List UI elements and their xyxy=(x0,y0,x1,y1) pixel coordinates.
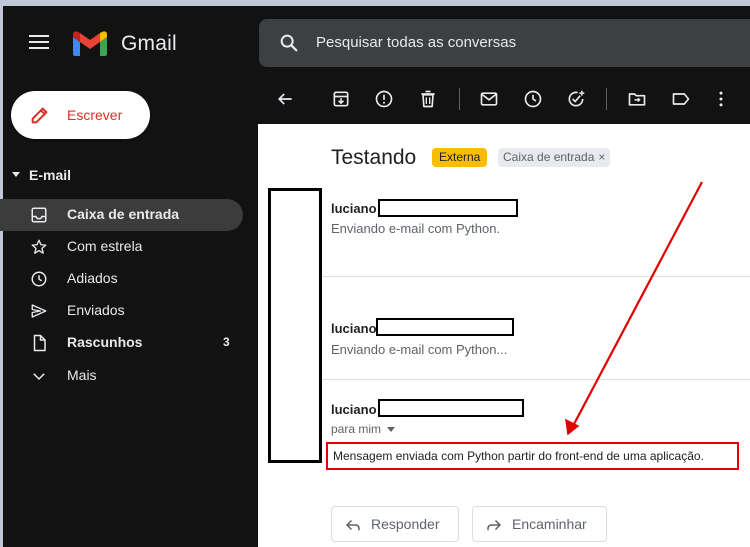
delete-icon[interactable] xyxy=(418,89,438,109)
archive-icon[interactable] xyxy=(331,89,351,109)
search-icon[interactable] xyxy=(278,32,300,54)
caret-down-icon[interactable] xyxy=(12,172,20,177)
message-snippet[interactable]: Enviando e-mail com Python... xyxy=(331,342,507,357)
reply-label: Responder xyxy=(371,516,440,532)
search-bar[interactable]: Pesquisar todas as conversas xyxy=(259,19,750,67)
thread-subject: Testando xyxy=(331,146,417,169)
more-vert-icon[interactable] xyxy=(711,89,731,109)
redacted-email xyxy=(376,318,514,336)
message-sender[interactable]: luciano xyxy=(331,321,377,336)
inbox-label-text: Caixa de entrada xyxy=(503,150,595,164)
sidebar-item-snoozed[interactable]: Adiados xyxy=(0,263,243,295)
caret-down-icon[interactable] xyxy=(387,427,396,433)
toolbar-divider xyxy=(459,88,460,110)
search-input[interactable]: Pesquisar todas as conversas xyxy=(316,34,516,51)
redacted-email xyxy=(378,399,524,417)
sidebar-item-label: Adiados xyxy=(67,270,118,286)
forward-button[interactable]: Encaminhar xyxy=(472,506,607,542)
add-task-icon[interactable] xyxy=(566,89,586,109)
forward-label: Encaminhar xyxy=(512,516,587,532)
app-name: Gmail xyxy=(121,32,177,55)
redacted-email xyxy=(378,199,518,217)
sidebar-item-sent[interactable]: Enviados xyxy=(0,295,243,327)
back-arrow-icon[interactable] xyxy=(275,89,295,109)
message-toolbar xyxy=(258,74,750,124)
move-to-icon[interactable] xyxy=(627,89,647,109)
chevron-down-icon xyxy=(33,373,45,381)
sidebar-item-label: Mais xyxy=(67,367,97,383)
send-icon xyxy=(31,304,47,318)
message-sender[interactable]: luciano xyxy=(331,201,377,216)
sidebar-item-label: Enviados xyxy=(67,302,125,318)
pencil-icon xyxy=(31,107,48,124)
external-badge: Externa xyxy=(432,148,488,167)
clock-icon xyxy=(31,271,47,287)
app-header: Gmail Pesquisar todas as conversas xyxy=(3,6,750,74)
redacted-avatar-column xyxy=(268,188,322,463)
section-label-email[interactable]: E-mail xyxy=(29,167,71,183)
inbox-label-chip[interactable]: Caixa de entrada × xyxy=(498,148,611,167)
label-icon[interactable] xyxy=(671,89,691,109)
reply-button[interactable]: Responder xyxy=(331,506,459,542)
gmail-logo-icon[interactable] xyxy=(71,29,109,57)
sidebar-item-drafts[interactable]: Rascunhos 3 xyxy=(0,327,243,359)
report-spam-icon[interactable] xyxy=(374,89,394,109)
message-view: Testando Externa Caixa de entrada × lucia… xyxy=(258,124,750,547)
message-snippet[interactable]: Enviando e-mail com Python. xyxy=(331,221,500,236)
message-divider xyxy=(322,276,750,277)
mark-unread-icon[interactable] xyxy=(479,89,499,109)
toolbar-divider xyxy=(606,88,607,110)
sidebar-item-inbox[interactable]: Caixa de entrada xyxy=(0,199,243,231)
compose-label: Escrever xyxy=(67,107,123,123)
star-icon xyxy=(31,239,47,254)
inbox-icon xyxy=(31,207,47,223)
message-divider xyxy=(322,379,750,380)
sidebar-item-starred[interactable]: Com estrela xyxy=(0,231,243,263)
message-sender[interactable]: luciano xyxy=(331,402,377,417)
sidebar-item-label: Rascunhos xyxy=(67,334,143,350)
draft-count-badge: 3 xyxy=(223,335,230,349)
forward-icon xyxy=(487,519,502,531)
recipient-details[interactable]: para mim xyxy=(331,422,396,436)
sidebar-item-label: Caixa de entrada xyxy=(67,206,180,222)
reply-icon xyxy=(345,519,360,531)
highlighted-message-body: Mensagem enviada com Python partir do fr… xyxy=(326,442,739,470)
remove-label-icon[interactable]: × xyxy=(598,150,605,164)
compose-button[interactable]: Escrever xyxy=(11,91,150,139)
main-menu-icon[interactable] xyxy=(29,35,49,49)
message-body: Mensagem enviada com Python partir do fr… xyxy=(333,449,704,463)
sidebar-item-more[interactable]: Mais xyxy=(0,360,243,392)
snooze-icon[interactable] xyxy=(523,89,543,109)
draft-icon xyxy=(33,334,46,352)
sidebar-item-label: Com estrela xyxy=(67,238,143,254)
recipient-text: para mim xyxy=(331,422,382,436)
